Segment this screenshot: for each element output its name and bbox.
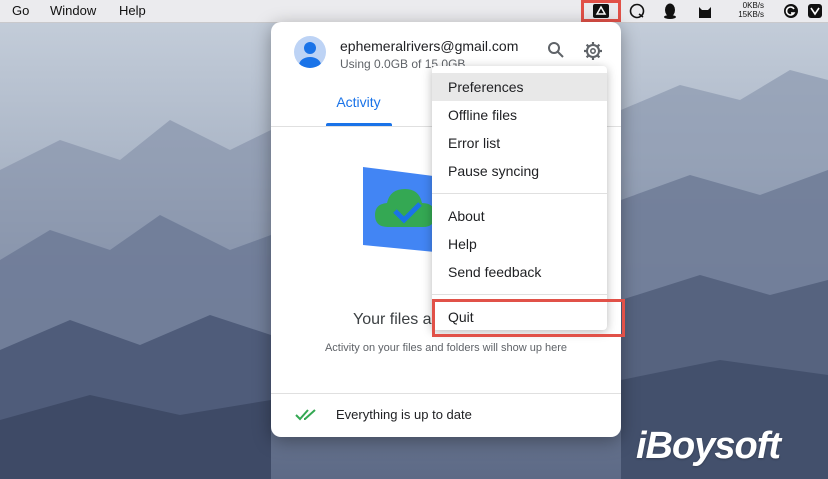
- grammarly-icon[interactable]: [781, 2, 801, 20]
- qq-icon[interactable]: [660, 2, 680, 20]
- net-down-label: 15KB/s: [738, 10, 764, 19]
- menu-divider: [432, 193, 607, 194]
- search-icon[interactable]: [547, 41, 565, 64]
- cat-icon[interactable]: [695, 2, 715, 20]
- menu-item-send-feedback[interactable]: Send feedback: [432, 258, 607, 286]
- menu-item-offline-files[interactable]: Offline files: [432, 101, 607, 129]
- tab-activity-label: Activity: [336, 94, 381, 110]
- avatar[interactable]: [294, 36, 326, 68]
- footer-divider: [271, 393, 621, 394]
- menu-help[interactable]: Help: [119, 3, 146, 18]
- watermark-logo: iBoysoft: [636, 425, 781, 467]
- menu-item-about[interactable]: About: [432, 202, 607, 230]
- settings-menu: Preferences Offline files Error list Pau…: [432, 66, 607, 330]
- tray-highlight-box: [581, 0, 621, 22]
- menu-item-error-list[interactable]: Error list: [432, 129, 607, 157]
- empty-state-title: Your files a: [353, 311, 432, 328]
- menu-item-pause-syncing[interactable]: Pause syncing: [432, 157, 607, 185]
- account-email: ephemeralrivers@gmail.com: [340, 38, 519, 54]
- quit-highlight-box: [432, 299, 625, 337]
- network-speed: 0KB/s 15KB/s: [728, 1, 764, 19]
- menu-go[interactable]: Go: [12, 3, 29, 18]
- gear-icon[interactable]: [583, 41, 603, 66]
- menu-window[interactable]: Window: [50, 3, 96, 18]
- vpn-icon[interactable]: [806, 2, 824, 20]
- sync-status: Everything is up to date: [336, 407, 472, 422]
- tab-activity[interactable]: Activity: [326, 84, 391, 126]
- menu-item-preferences[interactable]: Preferences: [432, 73, 607, 101]
- empty-state-subtitle: Activity on your files and folders will …: [324, 342, 568, 354]
- menu-item-help[interactable]: Help: [432, 230, 607, 258]
- checkmark-icon: [295, 408, 317, 427]
- chat-icon[interactable]: [627, 2, 647, 20]
- menu-divider: [432, 294, 607, 295]
- menu-bar: Go Window Help 0KB/s 15KB/s: [0, 0, 828, 23]
- net-up-label: 0KB/s: [742, 1, 764, 10]
